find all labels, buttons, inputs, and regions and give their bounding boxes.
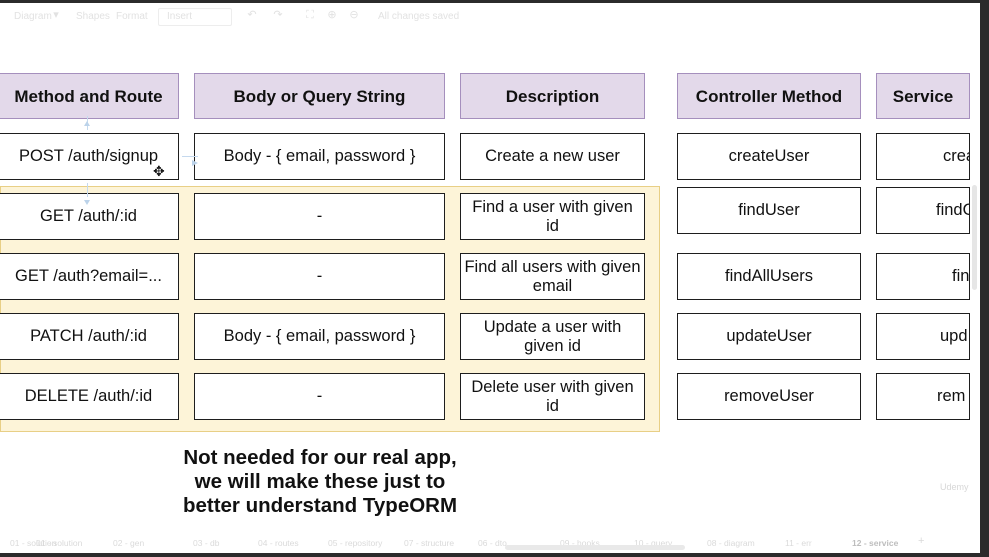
annotation-note[interactable]: Not needed for our real app, we will mak… (150, 446, 490, 518)
cell-route[interactable]: PATCH /auth/:id (0, 313, 179, 360)
horizontal-scrollbar[interactable] (505, 545, 685, 550)
page-tabs: 01 - solution 01 - solution 02 - gen 03 … (0, 535, 980, 550)
header-service[interactable]: Service (876, 73, 970, 119)
add-page-icon[interactable]: + (918, 535, 924, 547)
zoom-in-icon[interactable]: ⊕ (326, 9, 338, 21)
cell-body[interactable]: - (194, 253, 445, 300)
diagram-menu[interactable]: Diagram (14, 11, 52, 22)
page-tab[interactable]: 08 - diagram (707, 538, 755, 548)
vertical-scrollbar[interactable] (972, 185, 977, 290)
page-tab[interactable]: 11 - err (785, 538, 812, 548)
cell-description[interactable]: Find a user with given id (460, 193, 645, 240)
shapes-tab[interactable]: Shapes (76, 11, 110, 22)
cell-service-label: crea (943, 147, 969, 165)
save-status: All changes saved (378, 11, 460, 22)
page-tab[interactable]: 03 - db (193, 538, 219, 548)
cell-body[interactable]: - (194, 373, 445, 420)
page-tab[interactable]: 02 - gen (113, 538, 144, 548)
page-tab[interactable]: 06 - dto (478, 538, 507, 548)
resize-handle[interactable] (84, 192, 90, 205)
cell-body[interactable]: Body - { email, password } (194, 313, 445, 360)
cell-service-method[interactable]: findO (876, 187, 970, 234)
annotation-line: we will make these just to (194, 470, 446, 493)
cell-controller-method[interactable]: findAllUsers (677, 253, 861, 300)
fullscreen-icon[interactable]: ⛶ (304, 9, 316, 21)
cell-body[interactable]: Body - { email, password } (194, 133, 445, 180)
header-controller-method[interactable]: Controller Method (677, 73, 861, 119)
chevron-down-icon: ▾ (53, 9, 59, 21)
cell-controller-method[interactable]: createUser (677, 133, 861, 180)
page-tab[interactable]: 07 - structure (404, 538, 454, 548)
header-description[interactable]: Description (460, 73, 645, 119)
cell-route[interactable]: GET /auth?email=... (0, 253, 179, 300)
cell-controller-method[interactable]: removeUser (677, 373, 861, 420)
cell-service-method[interactable]: rem (876, 373, 970, 420)
cell-service-method[interactable]: crea (876, 133, 970, 180)
cell-controller-method[interactable]: updateUser (677, 313, 861, 360)
toolbar: Diagram ▾ Shapes Format Insert ↶ ↷ ⛶ ⊕ ⊖… (0, 3, 980, 31)
cell-service-label: rem (937, 387, 966, 405)
zoom-out-icon[interactable]: ⊖ (348, 9, 360, 21)
cell-service-method[interactable]: upd (876, 313, 970, 360)
page-tab[interactable]: 04 - routes (258, 538, 299, 548)
cell-body[interactable]: - (194, 193, 445, 240)
cell-route[interactable]: DELETE /auth/:id (0, 373, 179, 420)
page-tab[interactable]: 01 - solution (36, 538, 82, 548)
redo-icon[interactable]: ↷ (272, 9, 284, 21)
cell-description[interactable]: Create a new user (460, 133, 645, 180)
cell-service-label: fin (952, 267, 970, 285)
cell-description[interactable]: Delete user with given id (460, 373, 645, 420)
cell-service-label: upd (940, 327, 968, 345)
cell-controller-method[interactable]: findUser (677, 187, 861, 234)
format-tab[interactable]: Format (116, 11, 148, 22)
udemy-watermark: Udemy (940, 482, 969, 492)
annotation-line: Not needed for our real app, (183, 446, 457, 469)
cell-description[interactable]: Update a user with given id (460, 313, 645, 360)
window-frame-right (980, 0, 989, 557)
cell-description[interactable]: Find all users with given email (460, 253, 645, 300)
window-frame-bottom (0, 553, 989, 557)
move-cursor-icon: ✥ (153, 163, 165, 179)
page-tab[interactable]: 05 - repository (328, 538, 382, 548)
header-body-or-query[interactable]: Body or Query String (194, 73, 445, 119)
cell-service-label: findO (936, 201, 969, 219)
resize-handle[interactable] (84, 114, 90, 126)
cell-service-method[interactable]: fin (876, 253, 970, 300)
annotation-line: better understand TypeORM (182, 494, 458, 517)
page-tab-active[interactable]: 12 - service (852, 538, 898, 548)
insert-menu[interactable]: Insert (167, 11, 192, 22)
undo-icon[interactable]: ↶ (246, 9, 258, 21)
header-method-and-route[interactable]: Method and Route (0, 73, 179, 119)
connect-arrow-handle[interactable] (192, 153, 198, 166)
